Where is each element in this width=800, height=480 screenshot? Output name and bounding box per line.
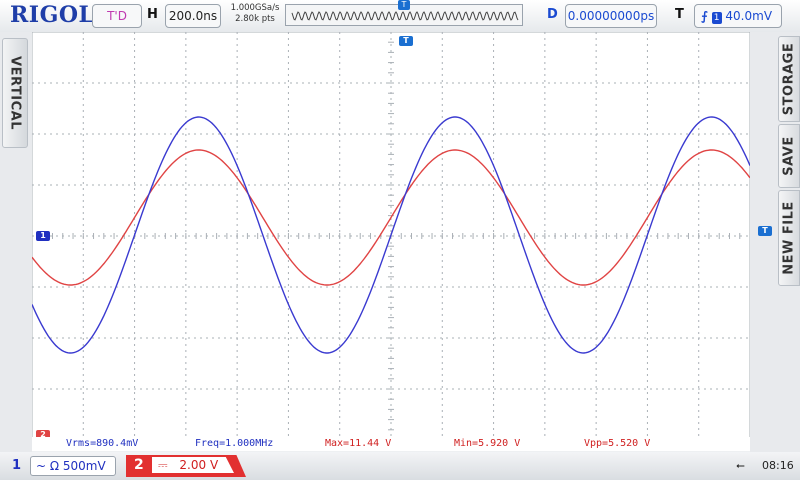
vertical-menu-label: VERTICAL [7,56,23,130]
waveform-plot [32,32,750,440]
left-menu-strip: VERTICAL [0,32,32,452]
measurement-freq: Freq=1.000MHz [195,438,274,449]
trigger-source-badge: 1 [711,12,722,24]
clock: 08:16 [762,459,794,472]
channel-2-settings[interactable]: 2 ⎓ 2.00 V [126,455,246,477]
acquisition-info: 1.000GSa/s 2.80k pts [230,3,280,25]
waveform-display[interactable]: T 1 2 [32,32,750,440]
save-label: SAVE [781,136,797,176]
trigger-position-top-marker[interactable]: T [399,36,413,46]
channel-1-coupling: ~ Ω [36,459,60,473]
measurement-min: Min=5.920 V [454,438,521,449]
measurement-vrms: Vrms=890.4mV [66,438,139,449]
trigger-settings[interactable]: ⨍ 1 40.0mV [694,4,782,28]
vertical-menu-tab[interactable]: VERTICAL [2,38,28,148]
channel-2-number: 2 [134,457,144,473]
memory-depth: 2.80k pts [235,14,275,24]
trigger-level-marker[interactable]: T [758,226,772,236]
trigger-position-marker[interactable]: T [398,0,410,10]
channel-2-values: ⎓ 2.00 V [152,457,234,473]
right-menu-strip: STORAGE SAVE NEW FILE T [750,32,800,452]
storage-label: STORAGE [781,42,797,116]
channel-status-bar: 1 ~ Ω 500mV 2 ⎓ 2.00 V ⭠ 08:16 [0,452,800,480]
horizontal-label: H [147,7,158,22]
channel-1-scale: 500mV [62,459,106,473]
save-menu-tab[interactable]: SAVE [778,124,800,188]
channel-1-ground-marker[interactable]: 1 [36,231,50,241]
rising-edge-icon: ⨍ [701,9,708,23]
timebase-value[interactable]: 200.0ns [165,4,221,28]
sample-rate: 1.000GSa/s [230,3,280,13]
channel-2-scale: 2.00 V [179,458,219,472]
run-state-indicator[interactable]: T'D [92,4,142,28]
channel-1-number: 1 [12,458,22,473]
delay-value[interactable]: 0.00000000ps [565,4,657,28]
measurement-max: Max=11.44 V [325,438,392,449]
measurement-bar: Vrms=890.4mV Freq=1.000MHz Max=11.44 V M… [32,437,750,451]
new-file-menu-tab[interactable]: NEW FILE [778,190,800,286]
trigger-label: T [675,7,684,22]
measurement-vpp: Vpp=5.520 V [584,438,651,449]
storage-menu-tab[interactable]: STORAGE [778,36,800,122]
delay-label: D [547,7,558,22]
new-file-label: NEW FILE [781,201,797,275]
trigger-level: 40.0mV [725,9,773,23]
channel-2-coupling: ⎓ [158,458,168,472]
usb-icon: ⭠ [736,459,745,472]
channel-1-settings[interactable]: ~ Ω 500mV [30,456,116,476]
memory-overview-bar[interactable]: T [285,0,523,26]
rigol-logo: RIGOL [10,2,95,28]
top-status-bar: RIGOL T'D H 200.0ns 1.000GSa/s 2.80k pts… [0,0,800,32]
